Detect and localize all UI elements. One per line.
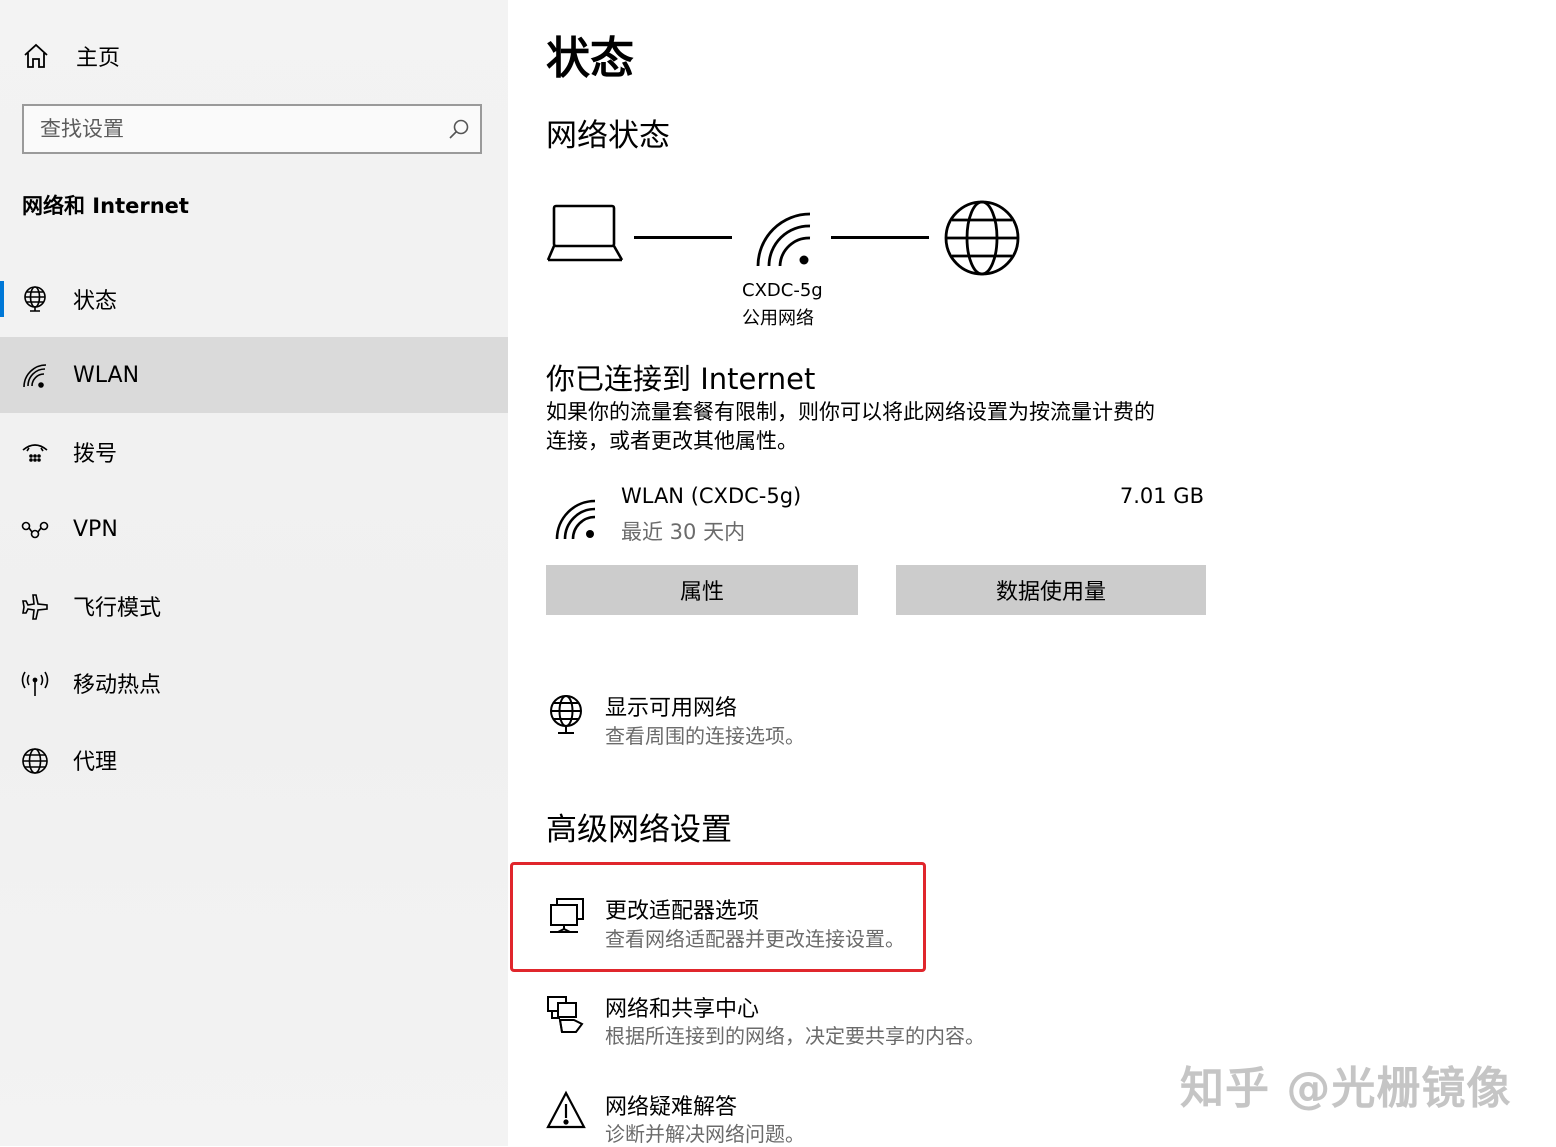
sidebar-item-label: 飞行模式 — [73, 596, 162, 621]
section-title: 网络和 Internet — [22, 194, 189, 218]
active-indicator — [0, 281, 4, 317]
search-box[interactable] — [22, 104, 482, 154]
troubleshoot-link[interactable]: 网络疑难解答 — [605, 1089, 737, 1121]
network-status-heading: 网络状态 — [546, 118, 670, 154]
sharing-center-icon[interactable] — [546, 994, 586, 1036]
properties-button[interactable]: 属性 — [546, 565, 858, 615]
usage-period: 最近 30 天内 — [621, 520, 746, 544]
wifi-usage-icon — [554, 498, 598, 542]
show-networks-globe-icon[interactable] — [546, 694, 586, 736]
show-networks-subtitle: 查看周围的连接选项。 — [605, 724, 805, 748]
watermark: 知乎 @光栅镜像 — [1180, 1063, 1512, 1114]
connector-line — [831, 236, 929, 239]
sidebar-item-wlan[interactable]: WLAN — [0, 337, 508, 413]
advanced-heading: 高级网络设置 — [546, 812, 732, 848]
airplane-icon — [20, 592, 50, 622]
sharing-center-link[interactable]: 网络和共享中心 — [605, 991, 759, 1023]
globe-icon — [20, 746, 50, 776]
sidebar-item-vpn[interactable]: VPN — [0, 491, 508, 567]
network-name: CXDC-5g — [742, 280, 823, 301]
sidebar: 主页 网络和 Internet 状态 — [0, 0, 508, 1146]
laptop-icon — [546, 200, 626, 266]
hotspot-icon — [20, 669, 50, 699]
usage-amount: 7.01 GB — [1119, 484, 1204, 508]
troubleshoot-subtitle: 诊断并解决网络问题。 — [605, 1122, 805, 1146]
show-networks-link[interactable]: 显示可用网络 — [605, 690, 737, 722]
network-type: 公用网络 — [742, 308, 814, 329]
vpn-icon — [20, 515, 50, 545]
adapter-icon[interactable] — [548, 896, 586, 938]
sidebar-item-hotspot[interactable]: 移动热点 — [0, 645, 508, 721]
internet-globe-icon — [942, 198, 1022, 278]
connected-desc-line1: 如果你的流量套餐有限制，则你可以将此网络设置为按流量计费的 — [546, 400, 1155, 424]
sidebar-item-label: 代理 — [73, 750, 118, 775]
page-title: 状态 — [546, 33, 634, 84]
home-link[interactable]: 主页 — [22, 36, 120, 76]
status-globe-icon — [20, 285, 50, 315]
search-input[interactable] — [40, 106, 430, 152]
wifi-icon — [20, 361, 50, 391]
sidebar-item-dialup[interactable]: 拨号 — [0, 414, 508, 490]
sidebar-item-label: VPN — [73, 516, 118, 542]
connected-description: 如果你的流量套餐有限制，则你可以将此网络设置为按流量计费的 连接，或者更改其他属… — [546, 398, 1155, 456]
sharing-center-subtitle: 根据所连接到的网络，决定要共享的内容。 — [605, 1024, 985, 1048]
connected-desc-line2: 连接，或者更改其他属性。 — [546, 429, 798, 453]
sidebar-item-airplane[interactable]: 飞行模式 — [0, 568, 508, 644]
main-panel: 状态 网络状态 CXDC-5g 公用网络 你已连接到 Internet 如果你的… — [508, 0, 1556, 1146]
connector-line — [634, 236, 732, 239]
warning-icon[interactable] — [546, 1090, 586, 1130]
wifi-icon — [754, 208, 814, 270]
sidebar-item-status[interactable]: 状态 — [0, 261, 508, 337]
home-icon — [22, 42, 50, 70]
dialup-icon — [20, 438, 50, 468]
sidebar-item-label: 状态 — [73, 289, 118, 314]
data-usage-button[interactable]: 数据使用量 — [896, 565, 1206, 615]
sidebar-item-proxy[interactable]: 代理 — [0, 722, 508, 798]
search-icon[interactable] — [448, 118, 470, 144]
sidebar-item-label: WLAN — [73, 362, 140, 388]
sidebar-item-label: 拨号 — [73, 442, 118, 467]
home-label: 主页 — [76, 46, 121, 71]
usage-connection-name: WLAN (CXDC-5g) — [621, 484, 802, 508]
connected-heading: 你已连接到 Internet — [546, 362, 816, 396]
change-adapter-link[interactable]: 更改适配器选项 — [605, 893, 759, 925]
change-adapter-subtitle: 查看网络适配器并更改连接设置。 — [605, 927, 905, 951]
sidebar-item-label: 移动热点 — [73, 673, 162, 698]
